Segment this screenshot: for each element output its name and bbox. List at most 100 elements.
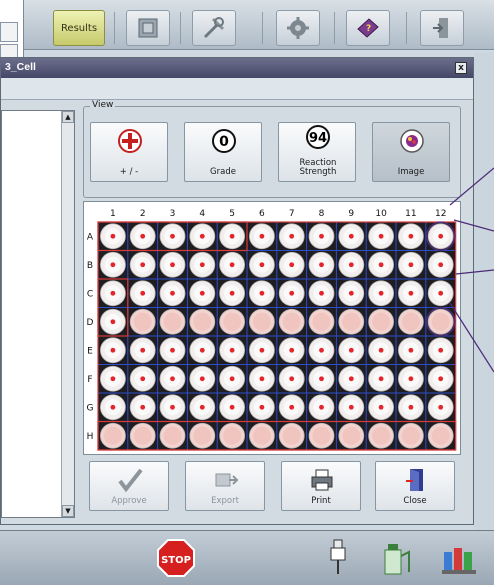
reagent-button[interactable] [376, 537, 416, 579]
reaction-dot [289, 376, 295, 382]
reaction-dot [289, 347, 295, 353]
export-button[interactable]: Export [185, 461, 265, 511]
report-icon [138, 18, 158, 38]
reaction-dot [319, 290, 324, 296]
list-scrollbar[interactable]: ▲ ▼ [61, 111, 74, 517]
plus-minus-view-button[interactable]: + / - [90, 122, 168, 182]
approve-button[interactable]: Approve [89, 461, 169, 511]
column-label: 11 [405, 209, 416, 219]
reaction-dot [348, 290, 354, 296]
tubes-button[interactable] [440, 537, 480, 579]
well-diffuse [431, 312, 450, 331]
close-button[interactable]: Close [375, 461, 455, 511]
reaction-dot [378, 262, 384, 268]
reaction-dot [199, 347, 205, 353]
reaction-dot [408, 290, 414, 296]
well-diffuse [103, 426, 122, 445]
pipette-button[interactable] [318, 537, 358, 579]
image-label: Image [397, 167, 425, 177]
reaction-dot [408, 233, 414, 239]
well-diffuse [431, 426, 450, 445]
reaction-dot [199, 233, 205, 239]
reaction-dot [438, 347, 444, 353]
pipette-icon [330, 539, 346, 574]
reaction-strength-view-button[interactable]: 94 Reaction Strength [278, 122, 356, 182]
well-diffuse [282, 426, 301, 445]
row-label: E [87, 346, 93, 356]
view-legend: View [90, 100, 116, 110]
window-close-button[interactable]: x [455, 62, 467, 74]
result-window: 3_Cell x ▲ ▼ View + / - 0 Grade 94 React… [0, 57, 474, 525]
toolbar-separator [114, 12, 115, 44]
print-button[interactable]: Print [281, 461, 361, 511]
window-titlebar[interactable]: 3_Cell x [1, 58, 473, 78]
reaction-dot [140, 376, 146, 382]
column-label: 12 [435, 209, 446, 219]
export-icon [215, 473, 239, 487]
grade-view-button[interactable]: 0 Grade [184, 122, 262, 182]
reaction-dot [378, 376, 384, 382]
image-view-button[interactable]: Image [372, 122, 450, 182]
well-diffuse [372, 312, 391, 331]
well-diffuse [252, 312, 271, 331]
reaction-dot [378, 404, 384, 410]
well-diffuse [163, 426, 182, 445]
reaction-dot [110, 404, 116, 410]
reaction-dot [438, 404, 444, 410]
tools-button[interactable] [192, 10, 236, 46]
right-background [474, 52, 494, 530]
reaction-dot [319, 233, 324, 239]
reaction-dot [438, 262, 444, 268]
column-label: 2 [140, 209, 146, 219]
reaction-dot [170, 262, 175, 268]
settings-button[interactable] [276, 10, 320, 46]
toolbar-separator [262, 12, 263, 44]
reaction-dot [348, 404, 354, 410]
reaction-dot [170, 233, 175, 239]
tubes-icon [442, 548, 476, 574]
reaction-dot [259, 404, 265, 410]
svg-text:?: ? [366, 24, 371, 34]
report-button[interactable] [126, 10, 170, 46]
reaction-dot [259, 376, 265, 382]
close-label: Close [403, 496, 427, 506]
reaction-dot [199, 376, 205, 382]
results-tab-button[interactable]: Results [53, 10, 105, 46]
reaction-dot [140, 404, 146, 410]
reaction-dot [170, 404, 175, 410]
well-diffuse [282, 312, 301, 331]
reaction-dot [408, 404, 414, 410]
reaction-dot [259, 262, 265, 268]
stop-button[interactable]: STOP [156, 537, 196, 579]
window-substrip [1, 78, 473, 100]
tools-icon [203, 17, 225, 39]
stop-label: STOP [161, 555, 191, 566]
background-row [0, 22, 18, 42]
export-label: Export [211, 496, 239, 506]
row-label: D [87, 318, 94, 328]
results-tab-label: Results [60, 22, 98, 34]
scroll-up-arrow[interactable]: ▲ [62, 111, 74, 123]
sample-list[interactable]: ▲ ▼ [1, 110, 75, 518]
reaction-dot [110, 347, 116, 353]
reaction-dot [199, 290, 205, 296]
reaction-dot [199, 262, 205, 268]
reaction-dot [229, 404, 235, 410]
printer-icon [311, 469, 333, 491]
reaction-dot [378, 290, 384, 296]
main-toolbar: Results ? [0, 0, 494, 50]
exit-button[interactable] [420, 10, 464, 46]
row-label: A [87, 232, 94, 242]
reaction-dot [140, 262, 146, 268]
help-button[interactable]: ? [346, 10, 390, 46]
reaction-dot [319, 404, 324, 410]
reaction-dot [438, 290, 444, 296]
column-label: 7 [289, 209, 295, 219]
row-label: F [87, 375, 92, 385]
reaction-dot [289, 262, 295, 268]
grade-icon: 0 [212, 129, 236, 153]
reaction-dot [319, 262, 324, 268]
reaction-dot [110, 290, 116, 296]
scroll-down-arrow[interactable]: ▼ [62, 505, 74, 517]
reaction-dot [289, 233, 295, 239]
